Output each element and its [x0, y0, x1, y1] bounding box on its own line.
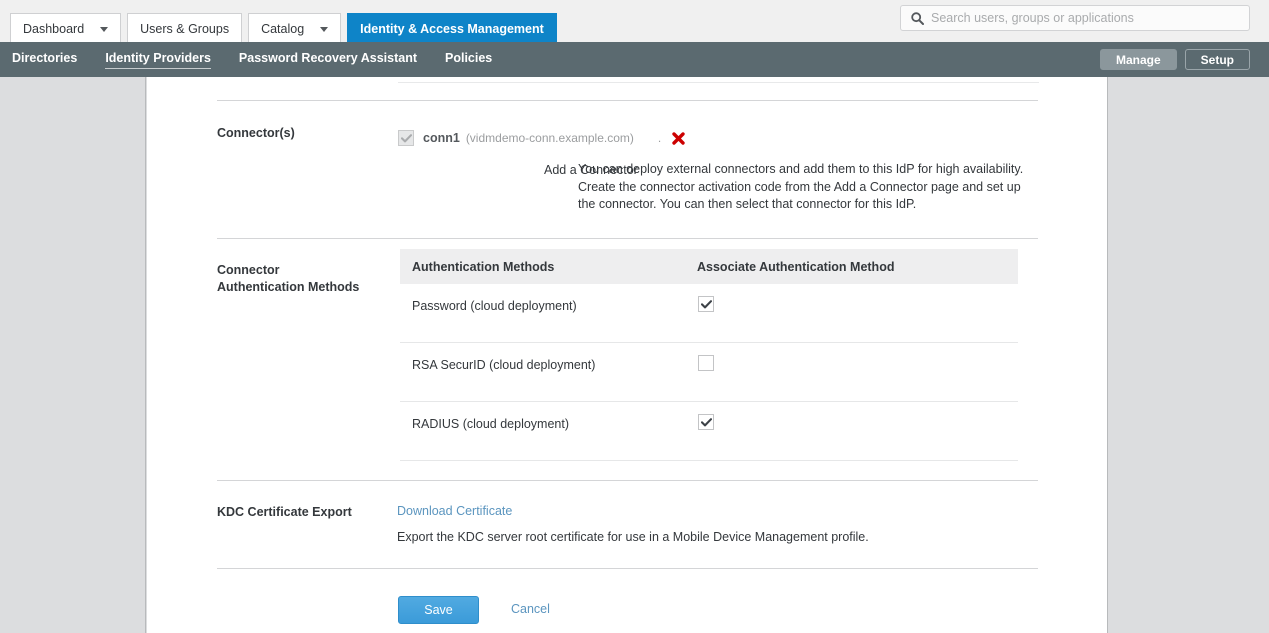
cancel-button[interactable]: Cancel	[511, 602, 550, 616]
connector-checkbox[interactable]	[398, 130, 414, 146]
sub-navigation-bar: Directories Identity Providers Password …	[0, 42, 1269, 77]
subnav-item-policies[interactable]: Policies	[445, 51, 492, 68]
chevron-down-icon	[320, 26, 329, 32]
associate-checkbox-password[interactable]	[698, 296, 714, 312]
search-icon	[911, 11, 924, 25]
kdc-certificate-export-label: KDC Certificate Export	[217, 505, 352, 519]
auth-method-name: RSA SecurID (cloud deployment)	[412, 358, 596, 372]
tab-dashboard-label: Dashboard	[23, 22, 85, 36]
column-header-associate-authentication-method: Associate Authentication Method	[697, 259, 895, 274]
tab-users-and-groups-label: Users & Groups	[140, 22, 230, 36]
connectors-label: Connector(s)	[217, 126, 295, 140]
tab-catalog[interactable]: Catalog	[248, 13, 342, 44]
auth-method-associate-cell	[697, 343, 714, 374]
page-body: Connector(s) conn1 (vidmdemo-conn.exampl…	[0, 77, 1269, 633]
left-rail	[0, 77, 146, 633]
subnav-item-password-recovery-assistant[interactable]: Password Recovery Assistant	[239, 51, 417, 68]
delete-x-icon[interactable]	[671, 131, 686, 146]
divider-above-footer	[217, 568, 1038, 569]
table-row: RADIUS (cloud deployment)	[400, 402, 1018, 461]
connector-auth-methods-label-line1: Connector	[217, 263, 280, 277]
setup-button[interactable]: Setup	[1184, 49, 1250, 70]
right-rail	[1109, 77, 1269, 633]
add-a-connector-description: You can deploy external connectors and a…	[578, 162, 1024, 211]
connector-row: conn1 (vidmdemo-conn.example.com) .	[398, 129, 686, 147]
tab-dashboard[interactable]: Dashboard	[10, 13, 122, 44]
auth-method-associate-cell	[697, 284, 714, 312]
kdc-description: Export the KDC server root certificate f…	[397, 530, 869, 544]
subnav-item-identity-providers[interactable]: Identity Providers	[105, 51, 211, 69]
table-row: Password (cloud deployment)	[400, 284, 1018, 343]
idp-settings-form: Connector(s) conn1 (vidmdemo-conn.exampl…	[147, 77, 1108, 633]
download-certificate-link[interactable]: Download Certificate	[397, 504, 512, 518]
divider-above-connectors	[217, 100, 1038, 101]
sub-nav-actions: Manage Setup	[1092, 49, 1250, 70]
top-stub-divider	[398, 82, 1039, 83]
tab-users-and-groups[interactable]: Users & Groups	[127, 13, 243, 44]
auth-methods-table: Authentication Methods Associate Authent…	[400, 249, 1018, 461]
auth-methods-table-header: Authentication Methods Associate Authent…	[400, 249, 1018, 284]
main-tab-list: Dashboard Users & Groups Catalog Identit…	[10, 11, 563, 44]
auth-method-name: Password (cloud deployment)	[412, 299, 577, 313]
divider-above-auth-methods	[217, 238, 1038, 239]
tab-identity-and-access-management-label: Identity & Access Management	[360, 22, 544, 36]
checkmark-icon	[700, 417, 712, 426]
sub-nav-list: Directories Identity Providers Password …	[12, 42, 520, 77]
column-header-authentication-methods: Authentication Methods	[412, 259, 555, 274]
table-row: RSA SecurID (cloud deployment)	[400, 343, 1018, 402]
top-bar: Dashboard Users & Groups Catalog Identit…	[0, 0, 1269, 44]
connector-separator: .	[657, 131, 662, 145]
save-button[interactable]: Save	[398, 596, 479, 624]
auth-method-associate-cell	[697, 402, 714, 430]
chevron-down-icon	[100, 26, 109, 32]
tab-identity-and-access-management[interactable]: Identity & Access Management	[347, 13, 557, 44]
manage-button[interactable]: Manage	[1099, 49, 1177, 70]
tab-catalog-label: Catalog	[261, 22, 305, 36]
global-search[interactable]	[900, 5, 1250, 31]
checkmark-icon	[700, 299, 712, 308]
connector-name: conn1	[423, 131, 460, 145]
search-input[interactable]	[931, 11, 1241, 25]
connector-auth-methods-label: Connector Authentication Methods	[217, 262, 392, 296]
divider-above-kdc	[217, 480, 1038, 481]
connector-host: (vidmdemo-conn.example.com)	[465, 131, 634, 145]
associate-checkbox-rsa-securid[interactable]	[698, 355, 714, 371]
connector-auth-methods-label-line2: Authentication Methods	[217, 280, 360, 294]
auth-method-name: RADIUS (cloud deployment)	[412, 417, 570, 431]
associate-checkbox-radius[interactable]	[698, 414, 714, 430]
subnav-item-directories[interactable]: Directories	[12, 51, 77, 68]
checkmark-icon	[400, 133, 412, 142]
